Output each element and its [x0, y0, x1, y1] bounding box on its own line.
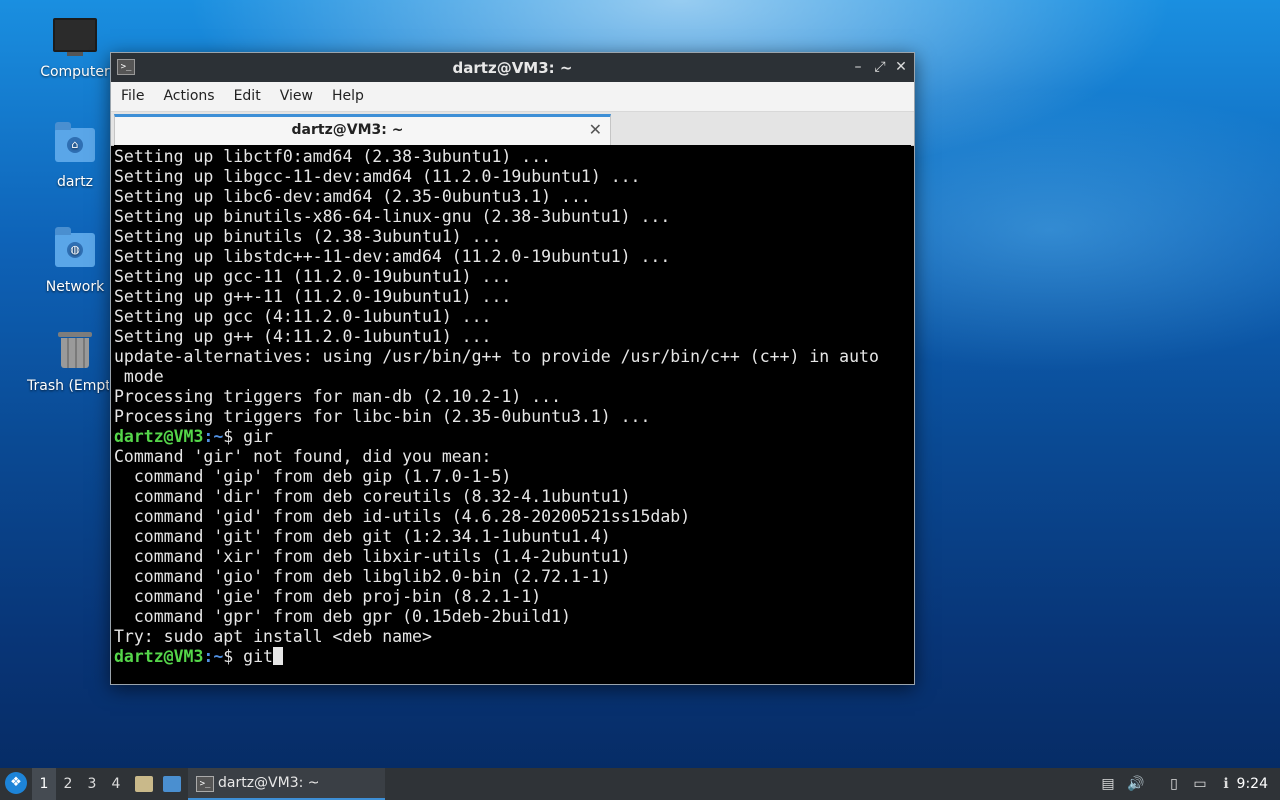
terminal-line: command 'xir' from deb libxir-utils (1.4… [114, 547, 631, 566]
desktop-icon-label: Trash (Empty) [27, 378, 109, 394]
terminal-line: Setting up libc6-dev:amd64 (2.35-0ubuntu… [114, 187, 591, 206]
home-folder-icon: ⌂ [53, 122, 97, 168]
menu-edit[interactable]: Edit [224, 82, 270, 111]
terminal-prompt-line: dartz@VM3:~$ gir [114, 427, 911, 447]
terminal-line: Processing triggers for man-db (2.10.2-1… [114, 387, 562, 406]
prompt-separator: : [203, 647, 214, 666]
prompt-user: dartz@VM3 [114, 427, 204, 446]
terminal-prompt-line: dartz@VM3:~$ git [114, 647, 911, 667]
workspace-2[interactable]: 2 [56, 768, 80, 800]
clock[interactable]: 9:24 [1237, 776, 1268, 792]
window-title: dartz@VM3: ~ [452, 59, 573, 77]
terminal-line: command 'git' from deb git (1:2.34.1-1ub… [114, 527, 611, 546]
tab-terminal[interactable]: dartz@VM3: ~ ✕ [114, 114, 611, 145]
desktop-icon-label: Network [45, 279, 105, 295]
terminal-line: update-alternatives: using /usr/bin/g++ … [114, 347, 879, 366]
tab-bar: dartz@VM3: ~ ✕ [111, 112, 914, 146]
desktop-icon-label: Computer [40, 64, 110, 80]
software-update-icon[interactable]: ▤ [1099, 775, 1117, 793]
taskbar-task-label: dartz@VM3: ~ [218, 775, 320, 791]
desktop-icon-computer[interactable]: Computer [27, 18, 123, 80]
menu-view[interactable]: View [270, 82, 322, 111]
show-desktop-icon[interactable] [163, 776, 181, 792]
terminal-line: Setting up binutils (2.38-3ubuntu1) ... [114, 227, 502, 246]
prompt-path: ~ [213, 647, 224, 666]
desktop-icon-network[interactable]: ◍ Network [27, 227, 123, 295]
terminal-line: Setting up binutils-x86-64-linux-gnu (2.… [114, 207, 671, 226]
terminal-line: command 'dir' from deb coreutils (8.32-4… [114, 487, 631, 506]
network-status-icon[interactable]: ▭ [1191, 775, 1209, 793]
terminal-line: command 'gid' from deb id-utils (4.6.28-… [114, 507, 691, 526]
terminal-line: Processing triggers for libc-bin (2.35-0… [114, 407, 651, 426]
terminal-line: command 'gie' from deb proj-bin (8.2.1-1… [114, 587, 542, 606]
terminal-line: mode [114, 367, 164, 386]
desktop-icon-label: dartz [56, 174, 94, 190]
menu-bar: File Actions Edit View Help [111, 82, 914, 112]
network-folder-icon: ◍ [53, 227, 97, 273]
terminal-line: Setting up gcc (4:11.2.0-1ubuntu1) ... [114, 307, 492, 326]
clipboard-icon[interactable]: ▯ [1165, 775, 1183, 793]
terminal-line: Setting up libgcc-11-dev:amd64 (11.2.0-1… [114, 167, 641, 186]
terminal-output[interactable]: Setting up libctf0:amd64 (2.38-3ubuntu1)… [114, 145, 911, 680]
trash-icon [53, 332, 97, 372]
prompt-path: ~ [213, 427, 224, 446]
terminal-line: command 'gpr' from deb gpr (0.15deb-2bui… [114, 607, 571, 626]
file-manager-launcher-icon[interactable] [135, 776, 153, 792]
menu-file[interactable]: File [111, 82, 153, 111]
volume-icon[interactable]: 🔊 [1127, 775, 1145, 793]
terminal-line: Setting up g++ (4:11.2.0-1ubuntu1) ... [114, 327, 492, 346]
taskbar-task-terminal[interactable]: >_ dartz@VM3: ~ [188, 768, 385, 800]
tab-label: dartz@VM3: ~ [291, 122, 404, 138]
desktop-icon-home[interactable]: ⌂ dartz [27, 122, 123, 190]
desktop-icon-trash[interactable]: Trash (Empty) [27, 332, 123, 394]
menu-help[interactable]: Help [322, 82, 373, 111]
workspace-4[interactable]: 4 [104, 768, 128, 800]
window-titlebar[interactable]: >_ dartz@VM3: ~ – ⤢ ✕ [111, 53, 914, 82]
typed-command: $ gir [223, 427, 273, 446]
typed-command: $ git [223, 647, 273, 666]
terminal-line: Setting up libstdc++-11-dev:amd64 (11.2.… [114, 247, 671, 266]
app-menu-icon[interactable]: ❖ [5, 772, 27, 794]
text-cursor [272, 647, 283, 665]
terminal-line: Try: sudo apt install <deb name> [114, 627, 432, 646]
computer-icon [53, 18, 97, 58]
terminal-line: command 'gio' from deb libglib2.0-bin (2… [114, 567, 611, 586]
terminal-line: Setting up gcc-11 (11.2.0-19ubuntu1) ... [114, 267, 512, 286]
notification-icon[interactable]: ℹ [1217, 775, 1235, 793]
terminal-window: >_ dartz@VM3: ~ – ⤢ ✕ File Actions Edit Vie… [110, 52, 915, 685]
workspace-1[interactable]: 1 [32, 768, 56, 800]
minimize-button[interactable]: – [848, 57, 868, 77]
prompt-separator: : [203, 427, 214, 446]
tab-close-icon[interactable]: ✕ [589, 120, 602, 139]
terminal-line: Setting up libctf0:amd64 (2.38-3ubuntu1)… [114, 147, 552, 166]
taskbar: ❖ 1 2 3 4 >_ dartz@VM3: ~ ▤ 🔊 ▯ ▭ ℹ 9:24 [0, 768, 1280, 800]
terminal-line: Command 'gir' not found, did you mean: [114, 447, 492, 466]
close-button[interactable]: ✕ [891, 57, 911, 77]
workspace-3[interactable]: 3 [80, 768, 104, 800]
terminal-line: command 'gip' from deb gip (1.7.0-1-5) [114, 467, 512, 486]
menu-actions[interactable]: Actions [153, 82, 223, 111]
terminal-line: Setting up g++-11 (11.2.0-19ubuntu1) ... [114, 287, 512, 306]
maximize-button[interactable]: ⤢ [870, 57, 890, 77]
terminal-task-icon: >_ [196, 776, 214, 792]
prompt-user: dartz@VM3 [114, 647, 204, 666]
